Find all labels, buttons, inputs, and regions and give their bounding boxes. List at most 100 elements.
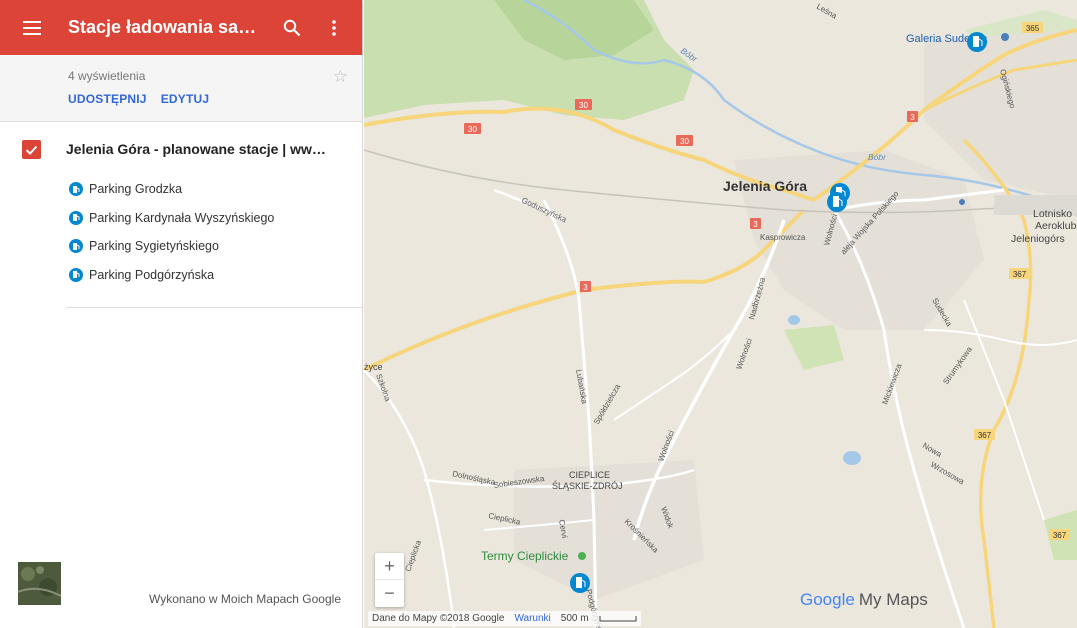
- road-shield: 365: [1022, 22, 1043, 33]
- place-label: Parking Sygietyńskiego: [89, 239, 219, 254]
- svg-text:3: 3: [910, 113, 915, 122]
- place-item[interactable]: Parking Kardynała Wyszyńskiego: [66, 204, 362, 233]
- svg-text:30: 30: [579, 101, 588, 110]
- map-svg: 30 30 30 3 3 3 365 367 367 367 Jelenia G…: [364, 0, 1077, 628]
- map-data-credit: Dane do Mapy ©2018 Google: [372, 613, 505, 624]
- basemap-thumbnail[interactable]: [18, 562, 61, 605]
- city-label: Jelenia Góra: [723, 178, 807, 194]
- share-button[interactable]: UDOSTĘPNIJ: [68, 92, 147, 106]
- place-label: życe: [364, 362, 383, 372]
- road-shield: 30: [464, 123, 481, 134]
- zoom-control: + −: [375, 553, 404, 607]
- svg-text:3: 3: [753, 220, 758, 229]
- street-label: Nowa: [921, 441, 944, 459]
- shopping-icon: [1001, 33, 1009, 41]
- svg-text:3: 3: [583, 283, 588, 292]
- charging-station-icon: [69, 267, 83, 282]
- google-logo: Google: [800, 590, 855, 609]
- poi-label: Lotnisko: [1033, 208, 1072, 220]
- road-shield: 3: [580, 281, 591, 292]
- road-shield: 367: [1009, 268, 1030, 279]
- poi-label: Aeroklub: [1035, 220, 1077, 232]
- place-label: Parking Podgórzyńska: [89, 267, 215, 282]
- place-label: Parking Grodzka: [89, 182, 183, 197]
- place-item[interactable]: Parking Sygietyńskiego: [66, 232, 362, 261]
- lake: [788, 315, 800, 325]
- road-shield: 367: [1049, 529, 1070, 540]
- park-poi-icon: [578, 552, 586, 560]
- street-label: Wrzosowa: [929, 460, 966, 487]
- place-list: Parking Grodzka Parking Kardynała Wyszyń…: [66, 175, 362, 289]
- map-meta: 4 wyświetlenia ☆ UDOSTĘPNIJ EDYTUJ: [0, 55, 362, 122]
- scale-label: 500 m: [560, 613, 589, 624]
- map-canvas[interactable]: 30 30 30 3 3 3 365 367 367 367 Jelenia G…: [364, 0, 1077, 628]
- layer-checkbox[interactable]: [22, 140, 41, 159]
- district-label: CIEPLICE: [569, 470, 610, 480]
- charging-station-icon: [69, 239, 83, 254]
- road-shield: 30: [676, 135, 693, 146]
- road-spoldzielcza: [613, 329, 735, 421]
- street-label: Leśna: [815, 2, 839, 21]
- more-options-button[interactable]: [314, 0, 354, 55]
- search-button[interactable]: [270, 0, 314, 55]
- map-title[interactable]: Stacje ładowania samo...: [64, 17, 270, 38]
- park-area: [784, 325, 844, 370]
- river-label: Bóbr: [868, 152, 887, 162]
- street-label: Szkolna: [374, 373, 392, 403]
- charging-marker[interactable]: [967, 32, 987, 52]
- scale-bar-icon: [599, 615, 637, 621]
- place-item[interactable]: Parking Podgórzyńska: [66, 261, 362, 290]
- charging-marker[interactable]: [827, 192, 847, 212]
- search-icon: [283, 19, 301, 36]
- layer-section: Jelenia Góra - planowane stacje | www...…: [22, 122, 362, 308]
- svg-text:365: 365: [1026, 24, 1040, 33]
- checkmark-icon: [25, 145, 38, 155]
- lake: [843, 451, 861, 465]
- svg-text:367: 367: [978, 431, 992, 440]
- street-label: Wolności: [734, 337, 754, 371]
- terms-link[interactable]: Warunki: [514, 613, 550, 624]
- layer-title[interactable]: Jelenia Góra - planowane stacje | www...…: [66, 141, 336, 157]
- app: Stacje ładowania samo... 4 wyświetlenia …: [0, 0, 1077, 628]
- hamburger-menu-icon: [23, 20, 41, 35]
- street-label: Mickiewicza: [880, 362, 903, 406]
- street-label: Kasprowicza: [760, 233, 806, 242]
- street-label: Lubańska: [574, 369, 589, 405]
- street-label: Spółdzielcza: [592, 382, 623, 426]
- district-label: ŚLĄSKIE-ZDRÓJ: [552, 480, 623, 491]
- map-actions: UDOSTĘPNIJ EDYTUJ: [68, 92, 362, 106]
- place-label: Parking Kardynała Wyszyńskiego: [89, 210, 275, 225]
- zoom-out-button[interactable]: −: [375, 580, 404, 607]
- poi-label: Termy Cieplickie: [481, 549, 569, 563]
- charging-marker[interactable]: [570, 573, 590, 593]
- transit-icon: [959, 199, 965, 205]
- mymaps-label: My Maps: [858, 590, 928, 609]
- svg-text:30: 30: [468, 125, 477, 134]
- svg-text:367: 367: [1013, 270, 1027, 279]
- street-label: Strumykowa: [941, 344, 974, 386]
- place-item[interactable]: Parking Grodzka: [66, 175, 362, 204]
- svg-text:367: 367: [1053, 531, 1067, 540]
- edit-button[interactable]: EDYTUJ: [161, 92, 210, 106]
- google-mymaps-logo: Google My Maps: [800, 590, 928, 610]
- road-shield: 3: [907, 111, 918, 122]
- map-attribution: Dane do Mapy ©2018 Google Warunki 500 m: [368, 611, 641, 626]
- street-label: Cieplicka: [403, 539, 423, 573]
- top-bar: Stacje ładowania samo...: [0, 0, 362, 55]
- charging-station-icon: [69, 182, 83, 197]
- road-shield: 367: [974, 429, 995, 440]
- svg-text:30: 30: [680, 137, 689, 146]
- road-shield: 3: [750, 218, 761, 229]
- road-shield: 30: [575, 99, 592, 110]
- menu-button[interactable]: [0, 0, 64, 55]
- road-local: [923, 329, 1077, 346]
- charging-station-icon: [69, 210, 83, 225]
- created-with-credit[interactable]: Wykonano w Moich Mapach Google: [149, 592, 341, 606]
- satellite-thumbnail-icon: [18, 562, 61, 605]
- sidebar-panel: Stacje ładowania samo... 4 wyświetlenia …: [0, 0, 363, 628]
- views-count: 4 wyświetlenia: [68, 69, 146, 83]
- poi-label: Jeleniogórs: [1011, 233, 1065, 245]
- zoom-in-button[interactable]: +: [375, 553, 404, 580]
- more-vertical-icon: [332, 19, 336, 36]
- star-icon[interactable]: ☆: [333, 67, 348, 87]
